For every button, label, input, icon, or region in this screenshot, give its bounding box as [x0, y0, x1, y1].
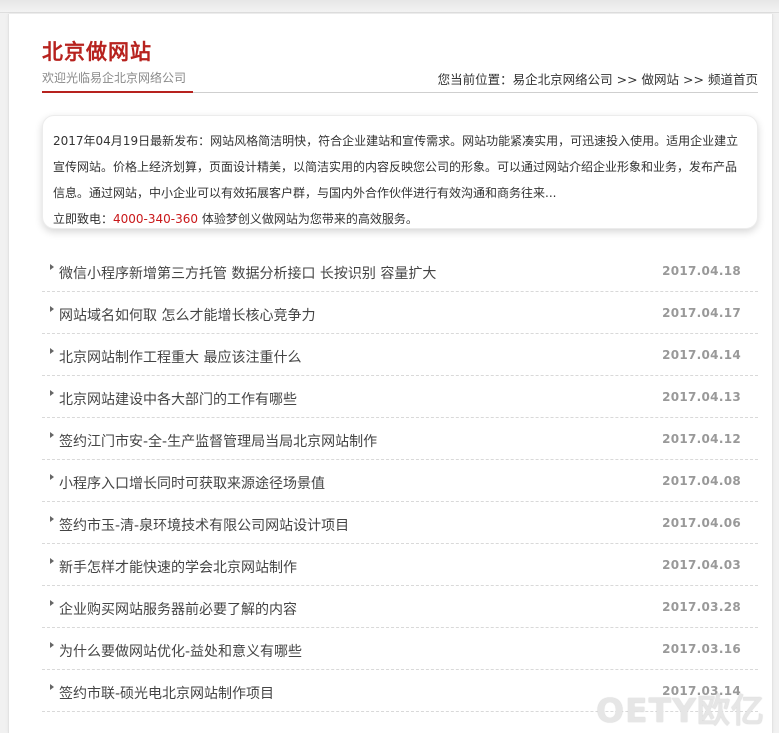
article-item[interactable]: 新手怎样才能快速的学会北京网站制作 2017.04.03 [42, 544, 758, 586]
article-date: 2017.04.08 [662, 474, 741, 488]
article-title[interactable]: 签约市玉-清-泉环境技术有限公司网站设计项目 [59, 515, 349, 535]
bullet-arrow-icon [50, 642, 54, 648]
article-date: 2017.04.17 [662, 306, 741, 320]
article-item[interactable]: 网站域名如何取 怎么才能增长核心竞争力 2017.04.17 [42, 292, 758, 334]
bullet-arrow-icon [50, 684, 54, 690]
article-title[interactable]: 微信小程序新增第三方托管 数据分析接口 长按识别 容量扩大 [59, 263, 436, 283]
article-item[interactable]: 北京网站建设中各大部门的工作有哪些 2017.04.13 [42, 376, 758, 418]
breadcrumb-link-channel[interactable]: 频道首页 [708, 72, 758, 87]
article-title[interactable]: 企业购买网站服务器前必要了解的内容 [59, 599, 297, 619]
article-date: 2017.04.06 [662, 516, 741, 530]
article-item[interactable]: 企业购买网站服务器前必要了解的内容 2017.03.28 [42, 586, 758, 628]
breadcrumb-separator: >> [683, 72, 704, 87]
article-list: 微信小程序新增第三方托管 数据分析接口 长按识别 容量扩大 2017.04.18 … [42, 250, 758, 712]
watermark-logo: OETY欧亿 [595, 691, 765, 730]
article-item[interactable]: 为什么要做网站优化-益处和意义有哪些 2017.03.16 [42, 628, 758, 670]
phone-number: 4000-340-360 [113, 212, 199, 226]
breadcrumb: 您当前位置：易企北京网络公司 >> 做网站 >> 频道首页 [438, 69, 758, 88]
call-prefix: 立即致电： [53, 212, 114, 226]
article-title[interactable]: 网站域名如何取 怎么才能增长核心竞争力 [59, 305, 315, 325]
article-item[interactable]: 签约市玉-清-泉环境技术有限公司网站设计项目 2017.04.06 [42, 502, 758, 544]
page-title: 北京做网站 [42, 40, 152, 64]
bullet-arrow-icon [50, 600, 54, 606]
intro-call-line: 立即致电：4000-340-360 体验梦创义做网站为您带来的高效服务。 [53, 206, 747, 232]
bullet-arrow-icon [50, 432, 54, 438]
bullet-arrow-icon [50, 348, 54, 354]
bullet-arrow-icon [50, 306, 54, 312]
article-date: 2017.04.18 [662, 264, 741, 278]
article-title[interactable]: 为什么要做网站优化-益处和意义有哪些 [59, 641, 302, 661]
article-date: 2017.03.28 [662, 600, 741, 614]
call-suffix: 体验梦创义做网站为您带来的高效服务。 [201, 212, 418, 226]
article-item[interactable]: 北京网站制作工程重大 最应该注重什么 2017.04.14 [42, 334, 758, 376]
top-bar [0, 0, 779, 13]
bullet-arrow-icon [50, 516, 54, 522]
page-header: 北京做网站 欢迎光临易企北京网络公司 您当前位置：易企北京网络公司 >> 做网站… [42, 32, 758, 94]
article-title[interactable]: 签约江门市安-全-生产监督管理局当局北京网站制作 [59, 431, 377, 451]
intro-box: 2017年04月19日最新发布：网站风格简洁明快，符合企业建站和宣传需求。网站功… [42, 115, 758, 229]
breadcrumb-link-section[interactable]: 做网站 [642, 72, 680, 87]
article-item[interactable]: 签约江门市安-全-生产监督管理局当局北京网站制作 2017.04.12 [42, 418, 758, 460]
breadcrumb-link-home[interactable]: 易企北京网络公司 [513, 72, 613, 87]
article-item[interactable]: 小程序入口增长同时可获取来源途径场景值 2017.04.08 [42, 460, 758, 502]
article-date: 2017.04.14 [662, 348, 741, 362]
article-item[interactable]: 微信小程序新增第三方托管 数据分析接口 长按识别 容量扩大 2017.04.18 [42, 250, 758, 292]
article-title[interactable]: 北京网站制作工程重大 最应该注重什么 [59, 347, 301, 367]
article-title[interactable]: 小程序入口增长同时可获取来源途径场景值 [59, 473, 325, 493]
bullet-arrow-icon [50, 264, 54, 270]
article-date: 2017.04.12 [662, 432, 741, 446]
breadcrumb-prefix: 您当前位置： [437, 72, 513, 87]
bullet-arrow-icon [50, 474, 54, 480]
intro-text: 2017年04月19日最新发布：网站风格简洁明快，符合企业建站和宣传需求。网站功… [53, 134, 739, 200]
page-container: 北京做网站 欢迎光临易企北京网络公司 您当前位置：易企北京网络公司 >> 做网站… [8, 14, 773, 733]
header-accent-line [42, 91, 193, 93]
article-title[interactable]: 北京网站建设中各大部门的工作有哪些 [59, 389, 297, 409]
bullet-arrow-icon [50, 558, 54, 564]
article-date: 2017.04.03 [662, 558, 741, 572]
article-date: 2017.04.13 [662, 390, 741, 404]
article-date: 2017.03.16 [662, 642, 741, 656]
page-subtitle: 欢迎光临易企北京网络公司 [42, 71, 187, 85]
article-title[interactable]: 新手怎样才能快速的学会北京网站制作 [59, 557, 297, 577]
bullet-arrow-icon [50, 390, 54, 396]
breadcrumb-separator: >> [616, 72, 638, 87]
article-title[interactable]: 签约市联-硕光电北京网站制作项目 [59, 683, 274, 703]
